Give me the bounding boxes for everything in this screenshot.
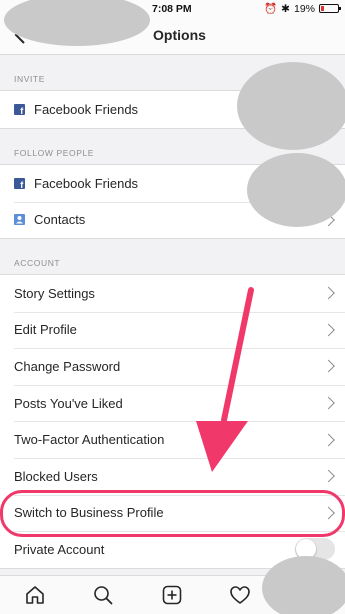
row-label: Blocked Users [14,468,98,484]
chevron-right-icon [322,360,335,373]
facebook-icon: f [14,177,25,189]
highlight-ring [0,490,345,537]
row-label: Change Password [14,358,121,374]
contacts-icon [14,214,25,226]
row-label: Facebook Friends [34,175,139,191]
alarm-icon: ⏰ [264,3,278,15]
row-edit-profile[interactable]: Edit Profile [0,311,345,349]
chevron-right-icon [322,469,335,483]
row-story-settings[interactable]: Story Settings [0,275,345,312]
chevron-right-icon [322,396,335,410]
redacted-follow-blur [247,153,345,227]
redacted-invite-blur [237,62,345,150]
facebook-icon: f [14,103,25,115]
row-label: Posts You've Liked [14,395,123,411]
row-label: Story Settings [14,285,95,301]
chevron-right-icon [322,433,335,447]
redacted-profile-blur [262,556,345,614]
add-post-icon[interactable] [161,584,183,606]
status-right: ⏰ ✱ 19% [264,2,341,15]
status-time: 7:08 PM [152,3,192,15]
battery-percent: 19% [293,2,315,15]
row-change-password[interactable]: Change Password [0,348,345,385]
battery-icon [319,4,341,13]
chevron-right-icon [322,286,335,300]
row-label: Contacts [34,212,86,228]
row-label: Two-Factor Authentication [14,432,165,448]
row-posts-liked[interactable]: Posts You've Liked [0,384,345,422]
search-icon[interactable] [92,584,114,606]
row-label: Private Account [14,541,105,557]
row-two-factor[interactable]: Two-Factor Authentication [0,421,345,458]
home-icon[interactable] [24,584,46,606]
options-screen: 7:08 PM ⏰ ✱ 19% Options INVITE f Faceboo… [0,0,345,614]
row-label: Edit Profile [14,322,77,338]
chevron-right-icon [322,323,335,337]
heart-icon[interactable] [229,584,251,606]
section-header-account: ACCOUNT [14,258,61,268]
row-label: Facebook Friends [34,101,139,117]
bluetooth-icon: ✱ [281,2,290,15]
